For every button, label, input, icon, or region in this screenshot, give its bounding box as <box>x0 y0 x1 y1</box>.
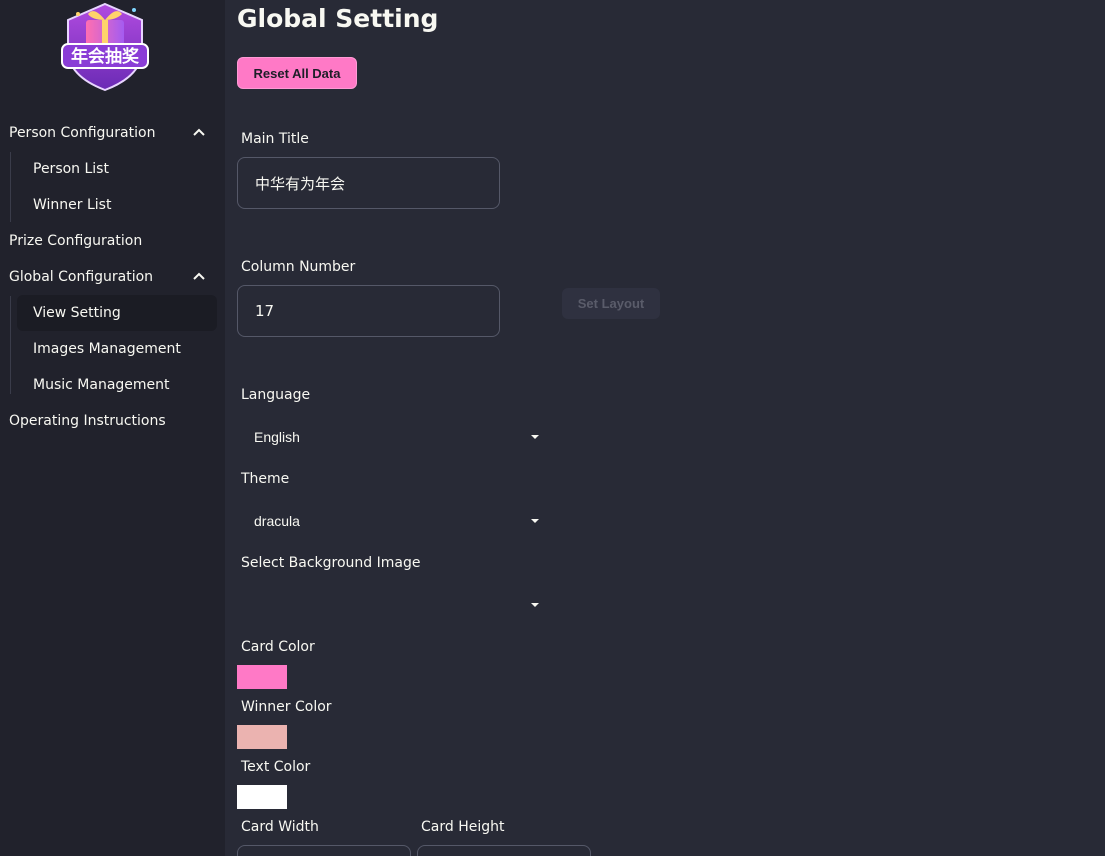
sidebar-item-label: Prize Configuration <box>9 233 143 249</box>
winner-color-label: Winner Color <box>241 699 332 715</box>
sidebar-item-label: Music Management <box>33 377 170 393</box>
main-title-input[interactable]: 中华有为年会 <box>237 157 500 209</box>
column-number-label: Column Number <box>241 259 356 275</box>
card-width-label: Card Width <box>241 819 319 835</box>
winner-color-picker[interactable] <box>237 725 287 749</box>
card-color-picker[interactable] <box>237 665 287 689</box>
caret-down-icon <box>531 519 539 523</box>
chevron-up-icon[interactable] <box>192 126 206 140</box>
app-logo: 年会抽奖 <box>58 0 152 92</box>
text-color-label: Text Color <box>241 759 311 775</box>
sidebar: 年会抽奖 Person Configuration Person List Wi… <box>0 0 225 856</box>
tree-guide-line <box>10 296 11 394</box>
caret-down-icon <box>531 435 539 439</box>
sidebar-item-label: Operating Instructions <box>9 413 166 429</box>
main-title-label: Main Title <box>241 131 309 147</box>
sidebar-item-operating-instructions[interactable]: Operating Instructions <box>0 406 225 436</box>
sidebar-item-prize-configuration[interactable]: Prize Configuration <box>0 226 225 256</box>
background-image-select[interactable] <box>237 585 547 625</box>
theme-select[interactable]: dracula <box>237 501 547 541</box>
theme-label: Theme <box>241 471 290 487</box>
page-title: Global Setting <box>237 4 439 33</box>
theme-value: dracula <box>254 513 300 529</box>
svg-text:年会抽奖: 年会抽奖 <box>71 46 140 67</box>
sidebar-item-person-list[interactable]: Person List <box>17 151 217 187</box>
background-image-label: Select Background Image <box>241 555 421 571</box>
sidebar-item-label: Images Management <box>33 341 181 357</box>
card-height-input[interactable] <box>417 845 591 856</box>
sidebar-item-label: Person Configuration <box>9 125 156 141</box>
language-select[interactable]: English <box>237 417 547 457</box>
text-color-picker[interactable] <box>237 785 287 809</box>
sidebar-item-images-management[interactable]: Images Management <box>17 331 217 367</box>
sidebar-item-label: Global Configuration <box>9 269 154 285</box>
sidebar-item-label: View Setting <box>33 305 121 321</box>
language-value: English <box>254 429 300 445</box>
card-color-label: Card Color <box>241 639 315 655</box>
sidebar-item-label: Person List <box>33 161 109 177</box>
reset-all-data-button[interactable]: Reset All Data <box>237 57 357 89</box>
sidebar-item-global-configuration[interactable]: Global Configuration <box>0 262 225 292</box>
card-width-input[interactable] <box>237 845 411 856</box>
card-height-label: Card Height <box>421 819 505 835</box>
column-number-input[interactable]: 17 <box>237 285 500 337</box>
sidebar-item-winner-list[interactable]: Winner List <box>17 187 217 223</box>
chevron-up-icon[interactable] <box>192 270 206 284</box>
sidebar-item-view-setting[interactable]: View Setting <box>17 295 217 331</box>
language-label: Language <box>241 387 311 403</box>
sidebar-item-person-configuration[interactable]: Person Configuration <box>0 118 225 148</box>
sidebar-item-music-management[interactable]: Music Management <box>17 367 217 403</box>
sidebar-item-label: Winner List <box>33 197 112 213</box>
set-layout-button[interactable]: Set Layout <box>562 288 660 319</box>
caret-down-icon <box>531 603 539 607</box>
tree-guide-line <box>10 152 11 222</box>
